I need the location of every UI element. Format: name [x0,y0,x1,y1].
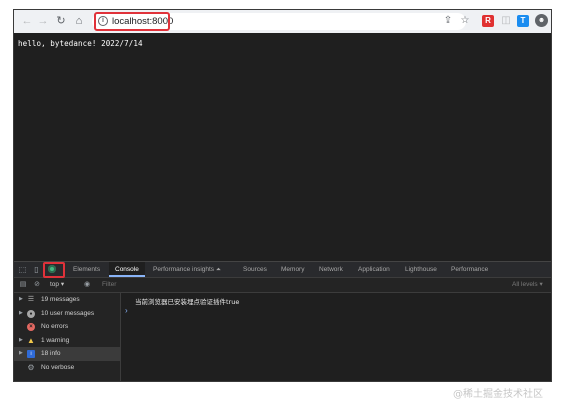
watermark: @稀土掘金技术社区 [453,389,543,400]
sidebar-item-messages[interactable]: ▶ ☰ 19 messages [14,293,120,307]
sidebar-item-verbose[interactable]: ⚙ No verbose [14,361,120,375]
forward-arrow-icon[interactable]: → [36,14,50,28]
back-arrow-icon[interactable]: ← [20,14,34,28]
url-text[interactable]: localhost:8000 [112,15,173,28]
sidebar-item-warnings[interactable]: ▶ ▲ 1 warning [14,334,120,348]
console-filter-input[interactable] [98,279,512,290]
sidebar-toggle-icon[interactable]: ▤ [18,280,28,290]
error-icon: × [27,323,35,331]
expand-arrow-icon[interactable]: ▶ [19,347,23,361]
profile-icon[interactable]: ☻ [535,14,548,27]
devtools-tab-bar: ⬚ ▯ Elements Console Performance insight… [14,262,551,278]
home-icon[interactable]: ⌂ [72,14,86,28]
tab-lighthouse[interactable]: Lighthouse [405,262,437,277]
expand-arrow-icon[interactable]: ▶ [19,334,23,348]
browser-window: ← → ↻ ⌂ i localhost:8000 ⇪ ☆ R ◫ T ✣ ☻ h… [13,9,552,382]
screenshot-canvas: ← → ↻ ⌂ i localhost:8000 ⇪ ☆ R ◫ T ✣ ☻ h… [0,0,565,402]
star-icon[interactable]: ☆ [458,14,472,28]
page-viewport: hello, bytedance! 2022/7/14 [14,33,551,261]
context-select[interactable]: top ▾ [50,280,64,290]
clear-console-icon[interactable]: ⊘ [32,280,42,290]
tab-elements[interactable]: Elements [73,262,100,277]
console-output[interactable]: 当前浏览器已安装埋点验证插件true › [121,293,551,381]
tab-memory[interactable]: Memory [281,262,304,277]
sidebar-item-label: 19 messages [41,296,80,303]
address-bar[interactable]: i localhost:8000 [92,13,466,30]
tab-network[interactable]: Network [319,262,343,277]
sidebar-item-label: 18 info [41,350,61,357]
console-toolbar: ▤ ⊘ top ▾ ◉ All levels ▾ [14,278,551,293]
tab-application[interactable]: Application [358,262,390,277]
list-icon: ☰ [27,296,35,303]
log-levels-select[interactable]: All levels ▾ [512,280,543,290]
expand-arrow-icon[interactable]: ▶ [19,293,23,307]
tab-console[interactable]: Console [109,262,145,277]
inspect-element-icon[interactable]: ⬚ [17,264,28,275]
user-icon: ● [27,309,35,318]
expand-arrow-icon[interactable]: ▶ [19,307,23,321]
sidebar-item-user-messages[interactable]: ▶ ● 10 user messages [14,307,120,321]
devtools-panel: ⬚ ▯ Elements Console Performance insight… [14,261,551,381]
share-icon[interactable]: ⇪ [441,14,455,28]
sidebar-item-label: No verbose [41,363,75,371]
info-icon: i [27,350,35,358]
extension-highlight-box [43,262,65,278]
extension-icon[interactable]: R [482,15,494,27]
sidebar-item-errors[interactable]: × No errors [14,320,120,334]
device-toggle-icon[interactable]: ▯ [31,264,42,275]
browser-toolbar: ← → ↻ ⌂ i localhost:8000 ⇪ ☆ R ◫ T ✣ ☻ [14,10,551,34]
tab-performance-insights[interactable]: Performance insights ⏶ [153,262,221,277]
tab-sources[interactable]: Sources [243,262,267,277]
info-icon[interactable]: i [98,16,108,26]
eye-icon[interactable]: ◉ [82,280,92,290]
sidebar-item-label: No errors [41,323,69,330]
translate-icon[interactable]: T [517,15,529,27]
console-log-message: 当前浏览器已安装埋点验证插件true [135,298,240,306]
extension-icon[interactable]: ◫ [499,14,513,28]
reload-icon[interactable]: ↻ [54,14,68,28]
sidebar-item-label: 10 user messages [41,309,95,317]
verbose-icon: ⚙ [27,362,35,372]
sidebar-item-info[interactable]: ▶ i 18 info [14,347,120,361]
page-content-text: hello, bytedance! 2022/7/14 [18,39,143,48]
tab-performance[interactable]: Performance [451,262,488,277]
sidebar-item-label: 1 warning [41,336,70,344]
console-sidebar: ▶ ☰ 19 messages ▶ ● 10 user messages × N… [14,293,121,381]
warning-icon: ▲ [27,335,35,345]
console-prompt-icon[interactable]: › [125,306,128,315]
